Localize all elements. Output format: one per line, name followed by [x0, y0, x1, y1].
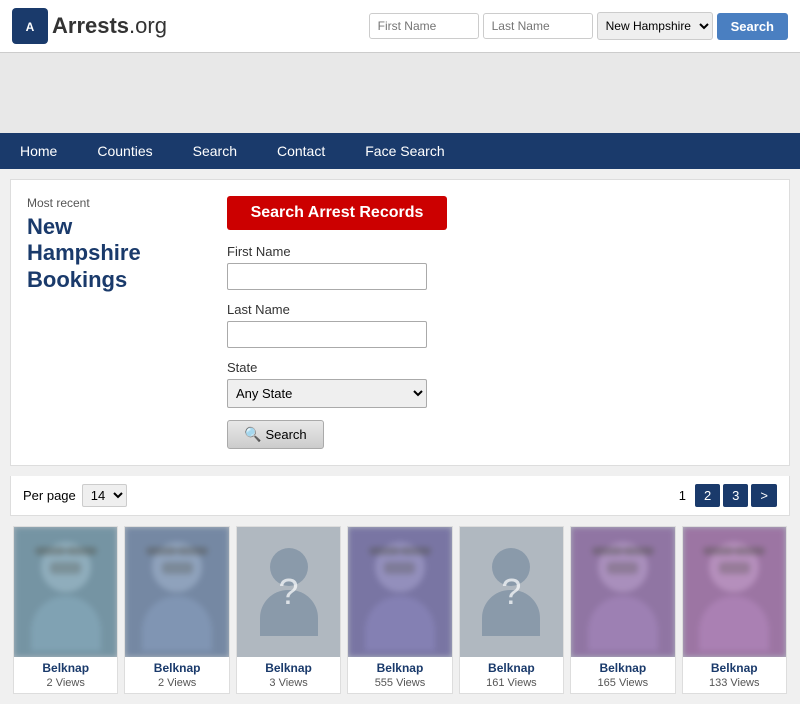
- mugshot-image: ?: [460, 527, 563, 657]
- mugshot-views: 2 Views: [125, 677, 228, 693]
- mugshot-views: 3 Views: [237, 677, 340, 693]
- nav-item-home[interactable]: Home: [0, 133, 77, 169]
- state-select[interactable]: Any State Alabama Alaska New Hampshire N…: [227, 379, 427, 408]
- mugshot-card[interactable]: Belknap 2 Views: [124, 526, 229, 694]
- mugshot-image: [125, 527, 228, 657]
- per-page-area: Per page 7 14 21 28: [23, 484, 127, 507]
- mugshot-county: Belknap: [14, 657, 117, 677]
- state-label: State: [227, 360, 773, 375]
- next-page-button[interactable]: >: [751, 484, 777, 507]
- mugshot-card[interactable]: ? Belknap 161 Views: [459, 526, 564, 694]
- state-group: State Any State Alabama Alaska New Hamps…: [227, 360, 773, 408]
- logo-text: Arrests.org: [52, 13, 167, 39]
- header-first-name-input[interactable]: [369, 13, 479, 39]
- mugshot-county: Belknap: [348, 657, 451, 677]
- nav-item-face-search[interactable]: Face Search: [345, 133, 464, 169]
- content-area: Most recent New Hampshire Bookings Searc…: [10, 179, 790, 466]
- header-last-name-input[interactable]: [483, 13, 593, 39]
- mugshot-county: Belknap: [460, 657, 563, 677]
- last-name-group: Last Name: [227, 302, 773, 348]
- per-page-select[interactable]: 7 14 21 28: [82, 484, 127, 507]
- results-controls: Per page 7 14 21 28 1 2 3 >: [10, 476, 790, 516]
- mugshot-county: Belknap: [571, 657, 674, 677]
- mugshot-card[interactable]: ? Belknap 3 Views: [236, 526, 341, 694]
- page-button-3[interactable]: 3: [723, 484, 748, 507]
- logo-icon: A: [12, 8, 48, 44]
- search-form-panel: Search Arrest Records First Name Last Na…: [207, 196, 773, 449]
- ad-banner: [0, 53, 800, 133]
- mugshot-county: Belknap: [125, 657, 228, 677]
- mugshot-views: 133 Views: [683, 677, 786, 693]
- mugshot-views: 555 Views: [348, 677, 451, 693]
- mugshot-image: [14, 527, 117, 657]
- last-name-field[interactable]: [227, 321, 427, 348]
- header-state-select[interactable]: New Hampshire: [597, 12, 713, 40]
- mugshot-image: [683, 527, 786, 657]
- page-header: A Arrests.org New Hampshire Search: [0, 0, 800, 53]
- mugshot-county: Belknap: [683, 657, 786, 677]
- bookings-title: New Hampshire Bookings: [27, 214, 207, 293]
- svg-text:A: A: [26, 20, 35, 34]
- first-name-label: First Name: [227, 244, 773, 259]
- header-search-button[interactable]: Search: [717, 13, 788, 40]
- most-recent-label: Most recent: [27, 196, 207, 210]
- mugshot-card[interactable]: Belknap 555 Views: [347, 526, 452, 694]
- header-search-bar: New Hampshire Search: [369, 12, 788, 40]
- mugshot-card[interactable]: Belknap 165 Views: [570, 526, 675, 694]
- mugshot-image: [348, 527, 451, 657]
- logo-area: A Arrests.org: [12, 8, 167, 44]
- nav-item-search[interactable]: Search: [173, 133, 257, 169]
- mugshot-card[interactable]: Belknap 2 Views: [13, 526, 118, 694]
- form-search-label: Search: [265, 427, 306, 442]
- page-number-1: 1: [673, 485, 692, 506]
- mugshot-views: 161 Views: [460, 677, 563, 693]
- pagination: 1 2 3 >: [673, 484, 777, 507]
- navigation-bar: Home Counties Search Contact Face Search: [0, 133, 800, 169]
- mugshot-image: ?: [237, 527, 340, 657]
- mugshot-image: [571, 527, 674, 657]
- mugshot-card[interactable]: Belknap 133 Views: [682, 526, 787, 694]
- nav-item-contact[interactable]: Contact: [257, 133, 345, 169]
- search-icon: 🔍: [244, 426, 261, 443]
- mugshot-county: Belknap: [237, 657, 340, 677]
- per-page-label: Per page: [23, 488, 76, 503]
- form-search-button[interactable]: 🔍 Search: [227, 420, 324, 449]
- nav-item-counties[interactable]: Counties: [77, 133, 172, 169]
- last-name-label: Last Name: [227, 302, 773, 317]
- left-panel: Most recent New Hampshire Bookings: [27, 196, 207, 449]
- mugshot-views: 2 Views: [14, 677, 117, 693]
- mugshot-views: 165 Views: [571, 677, 674, 693]
- first-name-group: First Name: [227, 244, 773, 290]
- page-button-2[interactable]: 2: [695, 484, 720, 507]
- first-name-field[interactable]: [227, 263, 427, 290]
- search-arrest-title: Search Arrest Records: [227, 196, 447, 230]
- mugshot-grid: Belknap 2 Views Belknap 2 Views ?: [0, 516, 800, 704]
